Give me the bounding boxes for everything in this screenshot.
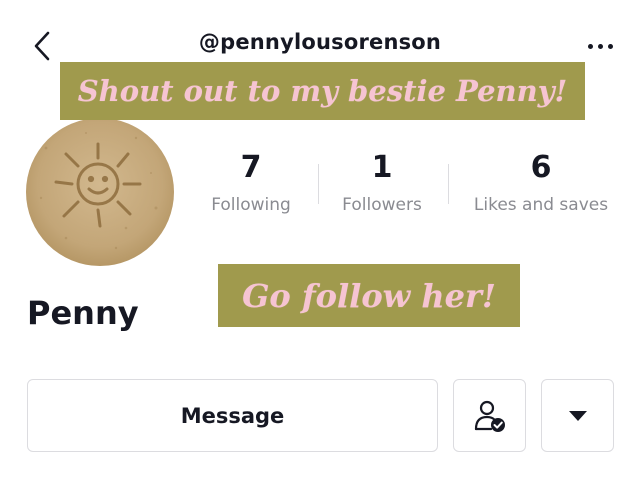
- likes-count: 6: [530, 150, 552, 185]
- stat-likes-and-saves[interactable]: 6 Likes and saves: [460, 150, 622, 216]
- followers-count: 1: [371, 150, 393, 185]
- sun-sand-drawing-image: [26, 118, 174, 266]
- stat-following[interactable]: 7 Following: [196, 150, 306, 216]
- display-name: Penny: [27, 294, 139, 332]
- caret-down-icon: [568, 410, 587, 421]
- profile-username: @pennylousorenson: [198, 30, 442, 54]
- stat-divider: [318, 164, 319, 204]
- likes-label: Likes and saves: [473, 195, 609, 215]
- following-label: Following: [211, 195, 291, 215]
- user-check-icon: [474, 400, 505, 432]
- more-actions-dropdown-button[interactable]: [541, 379, 614, 452]
- more-horizontal-icon: [587, 43, 593, 49]
- overlay-banner-bottom: Go follow her!: [218, 264, 520, 327]
- friend-status-button[interactable]: [453, 379, 526, 452]
- more-options-button[interactable]: [578, 30, 622, 62]
- stat-divider: [448, 164, 449, 204]
- avatar[interactable]: [26, 118, 174, 266]
- following-count: 7: [240, 150, 262, 185]
- message-button-label: Message: [180, 403, 285, 428]
- overlay-banner-top: Shout out to my bestie Penny!: [60, 62, 585, 120]
- followers-label: Followers: [342, 195, 422, 215]
- stat-followers[interactable]: 1 Followers: [326, 150, 438, 216]
- message-button[interactable]: Message: [27, 379, 438, 452]
